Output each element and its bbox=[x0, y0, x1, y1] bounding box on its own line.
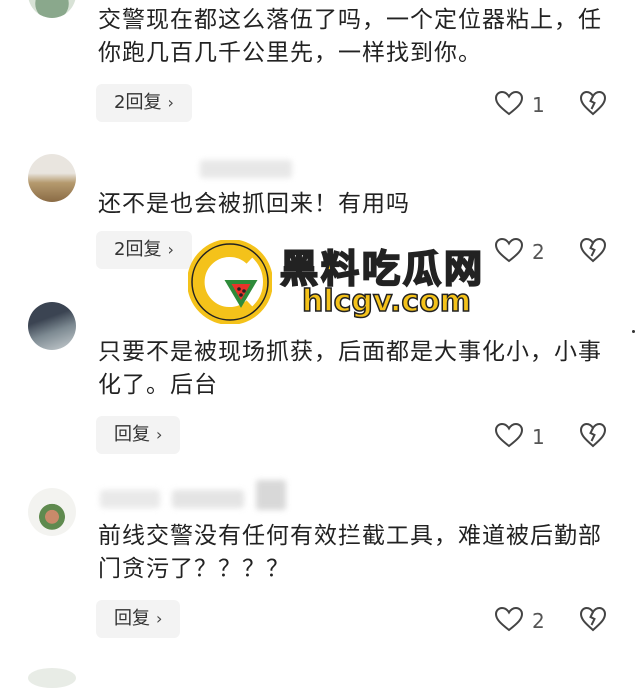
avatar[interactable] bbox=[28, 0, 76, 18]
heart-outline-icon bbox=[494, 606, 524, 636]
dislike-button[interactable] bbox=[579, 237, 607, 267]
dislike-button[interactable] bbox=[579, 422, 607, 452]
username-blurred bbox=[200, 160, 292, 178]
avatar[interactable] bbox=[28, 302, 76, 350]
reply-label: 2回复 bbox=[114, 92, 162, 113]
chevron-right-icon: › bbox=[167, 93, 174, 112]
chevron-right-icon: › bbox=[156, 425, 163, 444]
like-count: 2 bbox=[532, 609, 545, 633]
comment-text: 交警现在都这么落伍了吗，一个定位器粘上，任你跑几百几千公里先，一样找到你。 bbox=[98, 7, 602, 66]
like-button[interactable]: 1 bbox=[494, 422, 545, 452]
reply-label: 回复 bbox=[114, 608, 150, 629]
stray-dot bbox=[632, 330, 635, 333]
reply-button[interactable]: 2回复 › bbox=[96, 84, 192, 122]
username-blurred bbox=[100, 490, 160, 508]
chevron-right-icon: › bbox=[167, 240, 174, 259]
reply-label: 回复 bbox=[114, 424, 150, 445]
like-count: 2 bbox=[532, 240, 545, 264]
chevron-right-icon: › bbox=[156, 609, 163, 628]
heart-outline-icon bbox=[494, 90, 524, 120]
dislike-button[interactable] bbox=[579, 606, 607, 636]
avatar[interactable] bbox=[28, 668, 76, 688]
like-count: 1 bbox=[532, 425, 545, 449]
username-blurred bbox=[256, 480, 286, 510]
broken-heart-icon bbox=[579, 422, 607, 452]
watermark-url: hlcgv.com bbox=[301, 283, 472, 320]
reply-button[interactable]: 回复 › bbox=[96, 416, 181, 454]
like-count: 1 bbox=[532, 93, 545, 117]
comment-text: 只要不是被现场抓获，后面都是大事化小，小事化了。后台 bbox=[98, 339, 602, 398]
username-blurred bbox=[172, 490, 244, 508]
broken-heart-icon bbox=[579, 90, 607, 120]
reply-label: 2回复 bbox=[114, 239, 162, 260]
avatar[interactable] bbox=[28, 488, 76, 536]
broken-heart-icon bbox=[579, 237, 607, 267]
avatar[interactable] bbox=[28, 154, 76, 202]
like-button[interactable]: 2 bbox=[494, 606, 545, 636]
heart-outline-icon bbox=[494, 422, 524, 452]
dislike-button[interactable] bbox=[579, 90, 607, 120]
like-button[interactable]: 1 bbox=[494, 90, 545, 120]
comment-text: 前线交警没有任何有效拦截工具，难道被后勤部门贪污了？？？？ bbox=[98, 523, 602, 582]
broken-heart-icon bbox=[579, 606, 607, 636]
watermark: 黑料吃瓜网 hlcgv.com bbox=[188, 234, 508, 334]
reply-button[interactable]: 回复 › bbox=[96, 600, 181, 638]
comment-text: 还不是也会被抓回来！有用吗 bbox=[98, 191, 410, 217]
reply-button[interactable]: 2回复 › bbox=[96, 231, 192, 269]
watermark-logo-icon bbox=[188, 240, 272, 324]
